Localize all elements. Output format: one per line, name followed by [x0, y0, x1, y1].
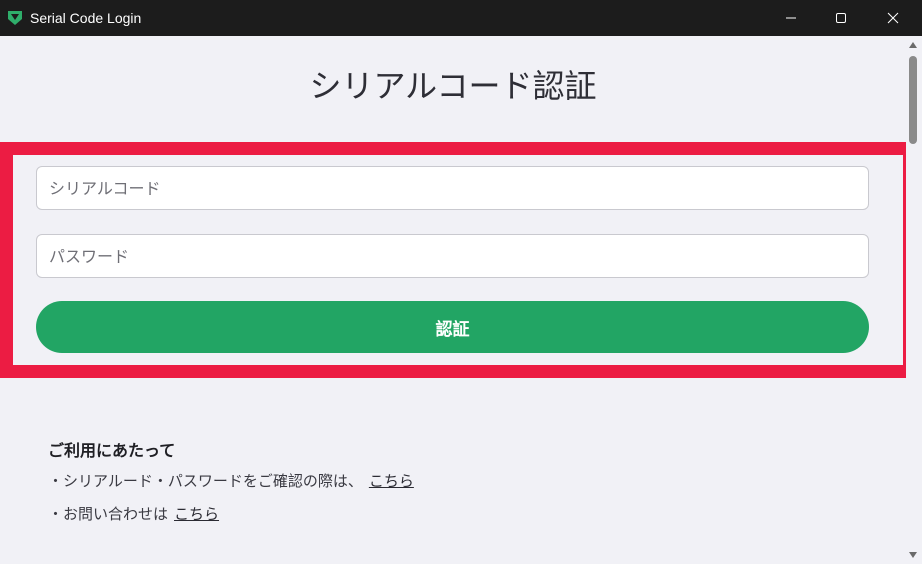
notes-heading: ご利用にあたって — [48, 441, 176, 460]
serial-code-input[interactable] — [36, 166, 869, 210]
contact-link[interactable]: こちら — [174, 505, 219, 523]
confirm-credentials-link[interactable]: こちら — [369, 472, 414, 490]
close-icon — [887, 9, 899, 28]
title-bar[interactable]: Serial Code Login — [0, 0, 922, 36]
scroll-down-arrow-icon[interactable] — [909, 552, 917, 558]
authenticate-button[interactable]: 認証 — [36, 301, 869, 353]
maximize-button[interactable] — [818, 0, 864, 36]
password-input[interactable] — [36, 234, 869, 278]
minimize-button[interactable] — [768, 0, 814, 36]
note-item: ・シリアルード・パスワードをご確認の際は、 こちら — [48, 471, 414, 491]
app-window: Serial Code Login シリアルコード認証 認証 ご利用にあたって … — [0, 0, 922, 564]
scroll-up-arrow-icon[interactable] — [909, 42, 917, 48]
maximize-icon — [835, 9, 847, 28]
scrollbar-thumb[interactable] — [909, 56, 917, 144]
page-title: シリアルコード認証 — [309, 67, 597, 105]
window-title: Serial Code Login — [30, 10, 142, 26]
note-item: ・お問い合わせは こちら — [48, 504, 219, 524]
note-text: ・お問い合わせは — [48, 505, 169, 523]
minimize-icon — [785, 9, 797, 28]
note-text: ・シリアルード・パスワードをご確認の際は、 — [48, 472, 363, 490]
app-logo-icon — [6, 9, 24, 27]
close-button[interactable] — [870, 0, 916, 36]
